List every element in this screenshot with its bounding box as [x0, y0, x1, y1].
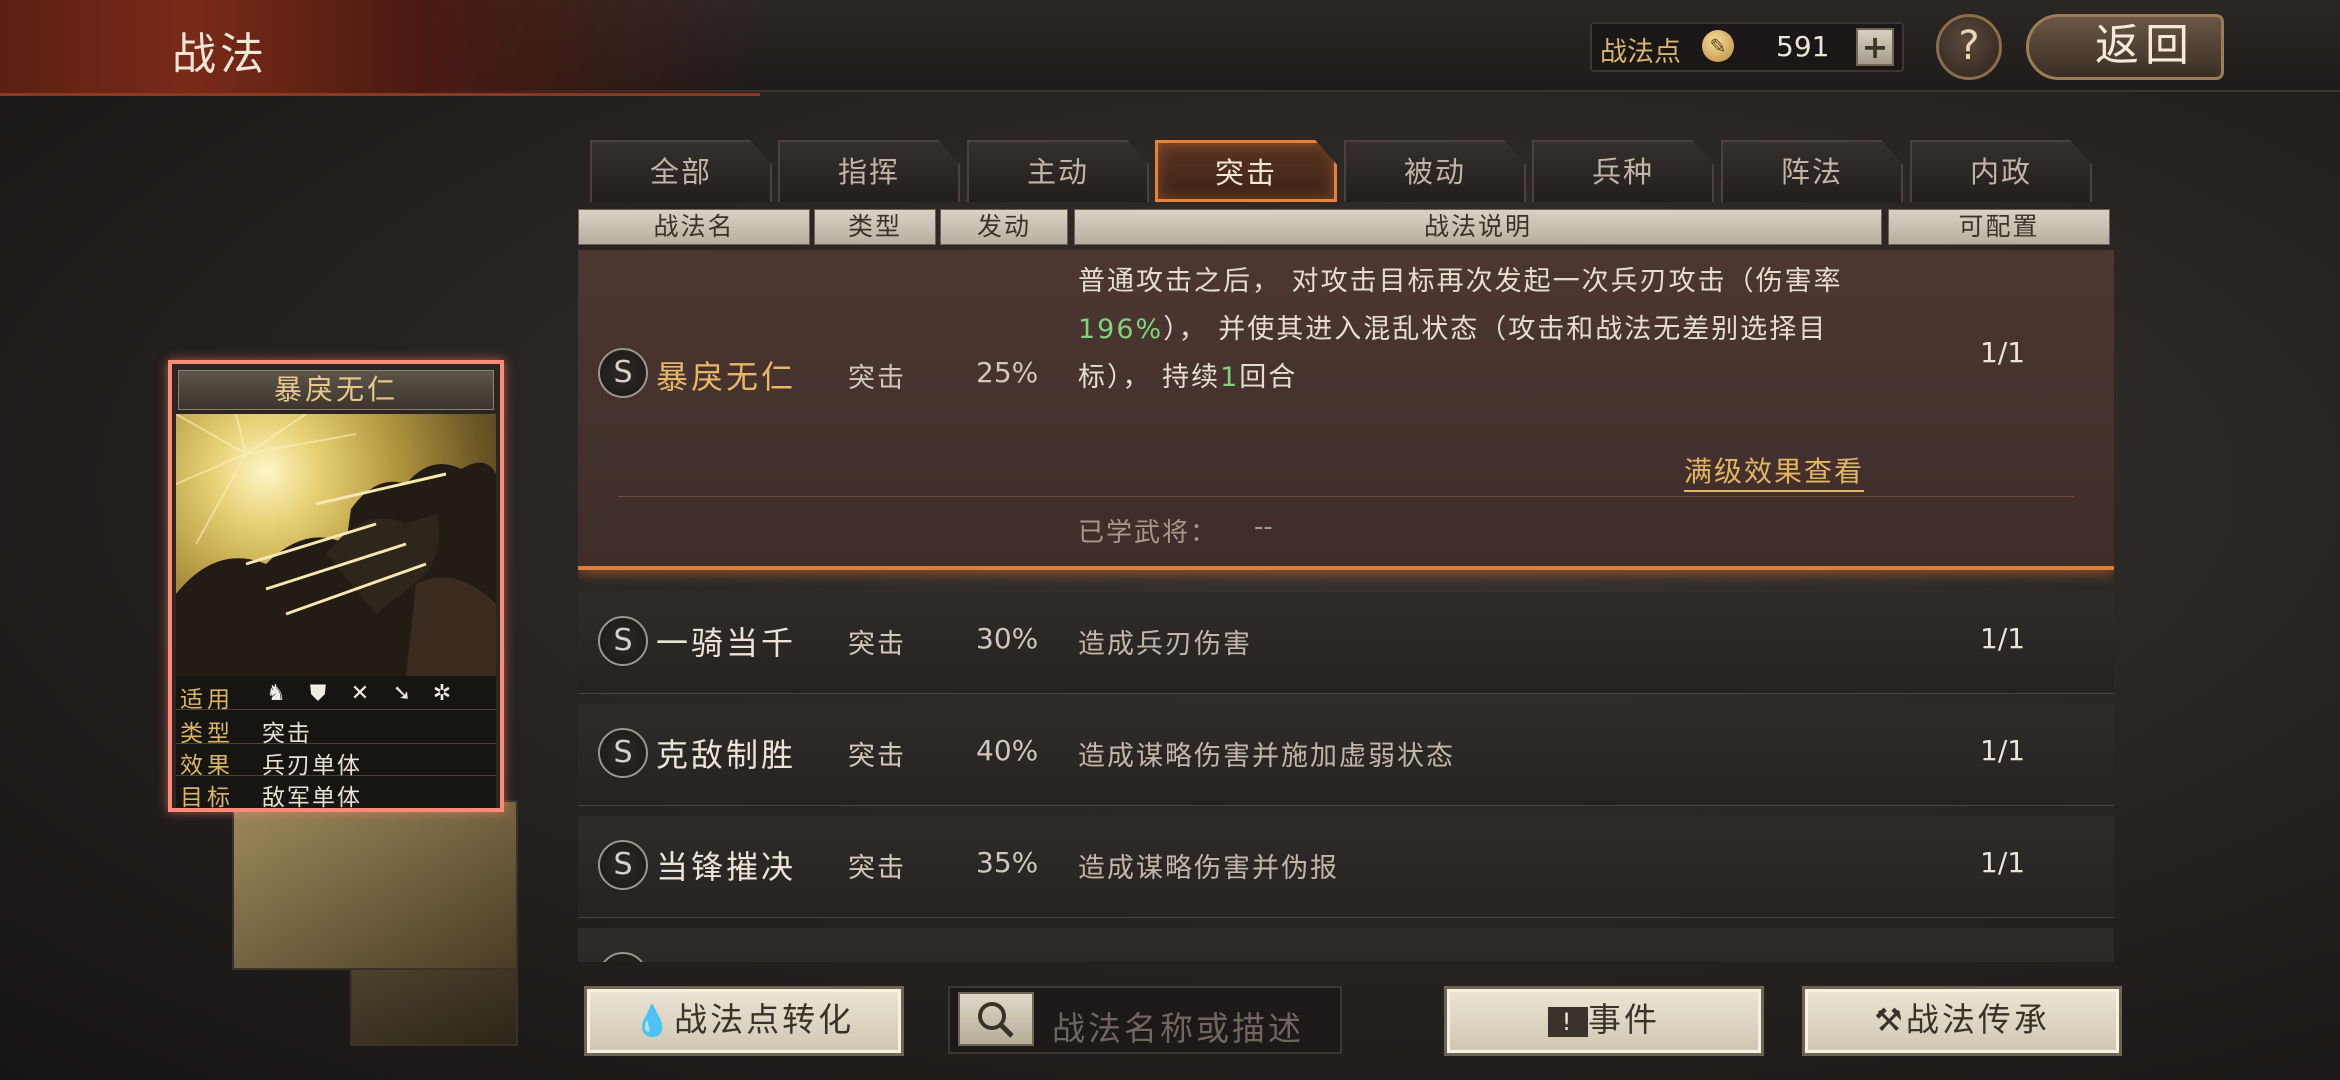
column-header-type[interactable]: 类型 — [814, 209, 936, 245]
card-stat-value-target: 敌军单体 — [262, 785, 362, 811]
tactic-row[interactable]: S 一骑当千 突击 30% 造成兵刃伤害 1/1 — [578, 592, 2114, 694]
events-button[interactable]: ! 事件 — [1444, 986, 1764, 1056]
grade-s-badge: S — [598, 840, 648, 890]
tab-assault[interactable]: 突击 — [1155, 140, 1337, 202]
tactic-rate: 30% — [976, 622, 1039, 655]
tactic-config-count: 1/1 — [1980, 734, 2026, 767]
events-label: 事件 — [1588, 1000, 1660, 1039]
tactic-type: 突击 — [848, 629, 906, 660]
tab-passive[interactable]: 被动 — [1344, 140, 1526, 202]
search-icon — [978, 1002, 1014, 1038]
card-stat-key-apply: 适用 — [180, 687, 234, 713]
card-stat-key-type: 类型 — [180, 721, 234, 747]
tab-troop-type[interactable]: 兵种 — [1532, 140, 1714, 202]
column-header-name[interactable]: 战法名 — [578, 209, 810, 245]
siege-wheel-icon: ✲ — [432, 681, 452, 706]
max-level-effect-link[interactable]: 满级效果查看 — [1684, 450, 1865, 492]
tactic-rate: 35% — [976, 846, 1039, 879]
tactic-name: 一骑当千 — [656, 624, 797, 662]
cavalry-icon: ♞ — [266, 681, 286, 706]
convert-points-button[interactable]: 💧战法点转化 — [584, 986, 904, 1056]
card-stat-value-type: 突击 — [262, 721, 312, 747]
bow-icon: ✕ — [350, 681, 370, 706]
tactic-points-value: 591 — [1776, 30, 1830, 63]
tab-command[interactable]: 指挥 — [778, 140, 960, 202]
tactic-rate: 25% — [976, 356, 1039, 389]
tactic-config-count: 1/1 — [1980, 622, 2026, 655]
tactic-name: 克敌制胜 — [656, 736, 797, 774]
cavalry-charge-illustration — [176, 414, 496, 676]
tactic-inherit-button[interactable]: ⚒战法传承 — [1802, 986, 2122, 1056]
convert-points-label: 战法点转化 — [674, 1000, 855, 1039]
row-divider — [618, 496, 2074, 497]
grade-s-badge: S — [598, 348, 648, 398]
back-button[interactable]: 返回 — [2026, 14, 2224, 80]
tactic-row[interactable]: S 当锋摧决 突击 35% 造成谋略伤害并伪报 1/1 — [578, 816, 2114, 918]
tactic-config-count: 1/1 — [1980, 846, 2026, 879]
tactic-type: 突击 — [848, 853, 906, 884]
tactic-type: 突击 — [848, 741, 906, 772]
tactic-name: 当锋摧决 — [656, 848, 797, 886]
tactic-description: 造成谋略伤害并伪报 — [1078, 853, 1339, 884]
column-header-rate[interactable]: 发动 — [940, 209, 1068, 245]
tactic-config-count: 1/1 — [1980, 336, 2026, 369]
grade-s-badge — [598, 952, 648, 962]
tab-active[interactable]: 主动 — [967, 140, 1149, 202]
card-stat-key-effect: 效果 — [180, 753, 234, 779]
page-title: 战法 — [172, 29, 268, 80]
search-placeholder: 战法名称或描述 — [1052, 1009, 1304, 1048]
tactic-rate: 40% — [976, 734, 1039, 767]
tactic-description: 造成谋略伤害并施加虚弱状态 — [1078, 741, 1455, 772]
search-button[interactable] — [958, 992, 1034, 1046]
shield-icon: ⛊ — [309, 681, 327, 706]
learned-generals-value: -- — [1254, 512, 1273, 542]
tactic-points-label: 战法点 — [1600, 37, 1681, 68]
grade-s-badge: S — [598, 728, 648, 778]
title-band — [0, 0, 760, 96]
drop-icon: 💧 — [633, 1004, 675, 1039]
card-stat-value-effect: 兵刃单体 — [262, 753, 362, 779]
tactic-type: 突击 — [848, 363, 906, 394]
tactic-description: 造成兵刃伤害 — [1078, 629, 1252, 660]
learned-generals-label: 已学武将： — [1078, 518, 1219, 548]
tactic-coin-icon: ✎ — [1702, 30, 1734, 62]
tab-all[interactable]: 全部 — [590, 140, 772, 202]
tactic-name: 暴戾无仁 — [656, 358, 797, 396]
tab-formation[interactable]: 阵法 — [1721, 140, 1903, 202]
card-stack-back — [232, 800, 518, 970]
add-points-button[interactable]: + — [1856, 28, 1894, 66]
tactic-inherit-label: 战法传承 — [1905, 1000, 2050, 1039]
column-header-description: 战法说明 — [1074, 209, 1882, 245]
event-book-icon: ! — [1548, 1006, 1588, 1037]
card-artwork — [176, 414, 496, 676]
spear-icon: ➘ — [392, 681, 412, 706]
tactic-description: 普通攻击之后， 对攻击目标再次发起一次兵刃攻击（伤害率196%）， 并使其进入混… — [1078, 266, 1843, 393]
help-button[interactable]: ? — [1936, 14, 2002, 80]
hammer-icon: ⚒ — [1874, 1001, 1906, 1039]
selected-tactic-row[interactable]: S 暴戾无仁 突击 25% 普通攻击之后， 对攻击目标再次发起一次兵刃攻击（伤害… — [578, 250, 2114, 570]
card-stat-key-target: 目标 — [180, 785, 234, 811]
grade-s-badge: S — [598, 616, 648, 666]
tactic-list: S 暴戾无仁 突击 25% 普通攻击之后， 对攻击目标再次发起一次兵刃攻击（伤害… — [578, 250, 2114, 962]
tactic-row[interactable]: S 克敌制胜 突击 40% 造成谋略伤害并施加虚弱状态 1/1 — [578, 704, 2114, 806]
card-title: 暴戾无仁 — [178, 370, 494, 410]
column-header-configurable[interactable]: 可配置 — [1888, 209, 2110, 245]
tab-internal-affairs[interactable]: 内政 — [1910, 140, 2092, 202]
tactic-row-partial[interactable] — [578, 928, 2114, 962]
